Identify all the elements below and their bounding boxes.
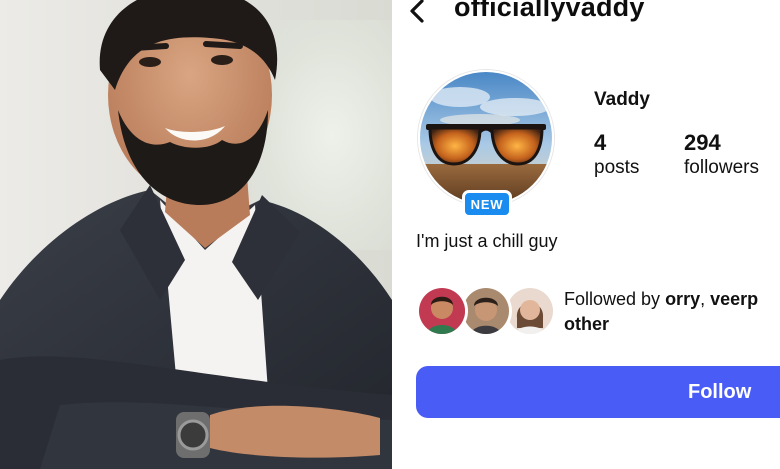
posts-stat[interactable]: 4 posts bbox=[594, 130, 639, 180]
profile-username: officiallyvaddy bbox=[454, 0, 645, 22]
person-avatar-image bbox=[463, 288, 509, 334]
person-avatar-image bbox=[419, 288, 465, 334]
mutual-follower-avatar bbox=[416, 285, 468, 337]
posts-label: posts bbox=[594, 157, 640, 178]
man-portrait-illustration bbox=[0, 0, 392, 469]
followed-by-prefix: Followed by bbox=[564, 289, 666, 309]
follow-button[interactable]: Follow bbox=[416, 366, 780, 418]
back-button[interactable] bbox=[402, 0, 432, 28]
followed-by-text: Followed by orry, veerp other bbox=[564, 287, 780, 337]
followed-by-user-orry[interactable]: orry bbox=[665, 289, 700, 309]
profile-bio: I'm just a chill guy bbox=[416, 231, 558, 251]
profile-display-name: Vaddy bbox=[594, 89, 650, 110]
followed-by-others[interactable]: other bbox=[564, 314, 609, 334]
posts-count: 4 bbox=[594, 130, 607, 155]
profile-avatar-container: NEW bbox=[418, 70, 554, 218]
chevron-left-icon bbox=[410, 0, 424, 23]
mutual-followers-avatars[interactable] bbox=[416, 285, 556, 339]
profile-avatar[interactable] bbox=[418, 70, 554, 206]
followed-by-user-veerp[interactable]: veerp bbox=[710, 289, 758, 309]
person-avatar-image bbox=[507, 288, 553, 334]
followers-label: followers bbox=[684, 157, 759, 178]
sunglasses-sunset-avatar-image bbox=[420, 72, 552, 204]
followers-count: 294 bbox=[684, 130, 721, 155]
new-badge: NEW bbox=[462, 190, 512, 218]
followers-stat[interactable]: 294 followers bbox=[684, 130, 759, 180]
featured-photo bbox=[0, 0, 392, 469]
followed-by-separator: , bbox=[700, 289, 711, 309]
profile-panel: officiallyvaddy NEW Vaddy 4 posts 294 fo… bbox=[392, 0, 780, 469]
